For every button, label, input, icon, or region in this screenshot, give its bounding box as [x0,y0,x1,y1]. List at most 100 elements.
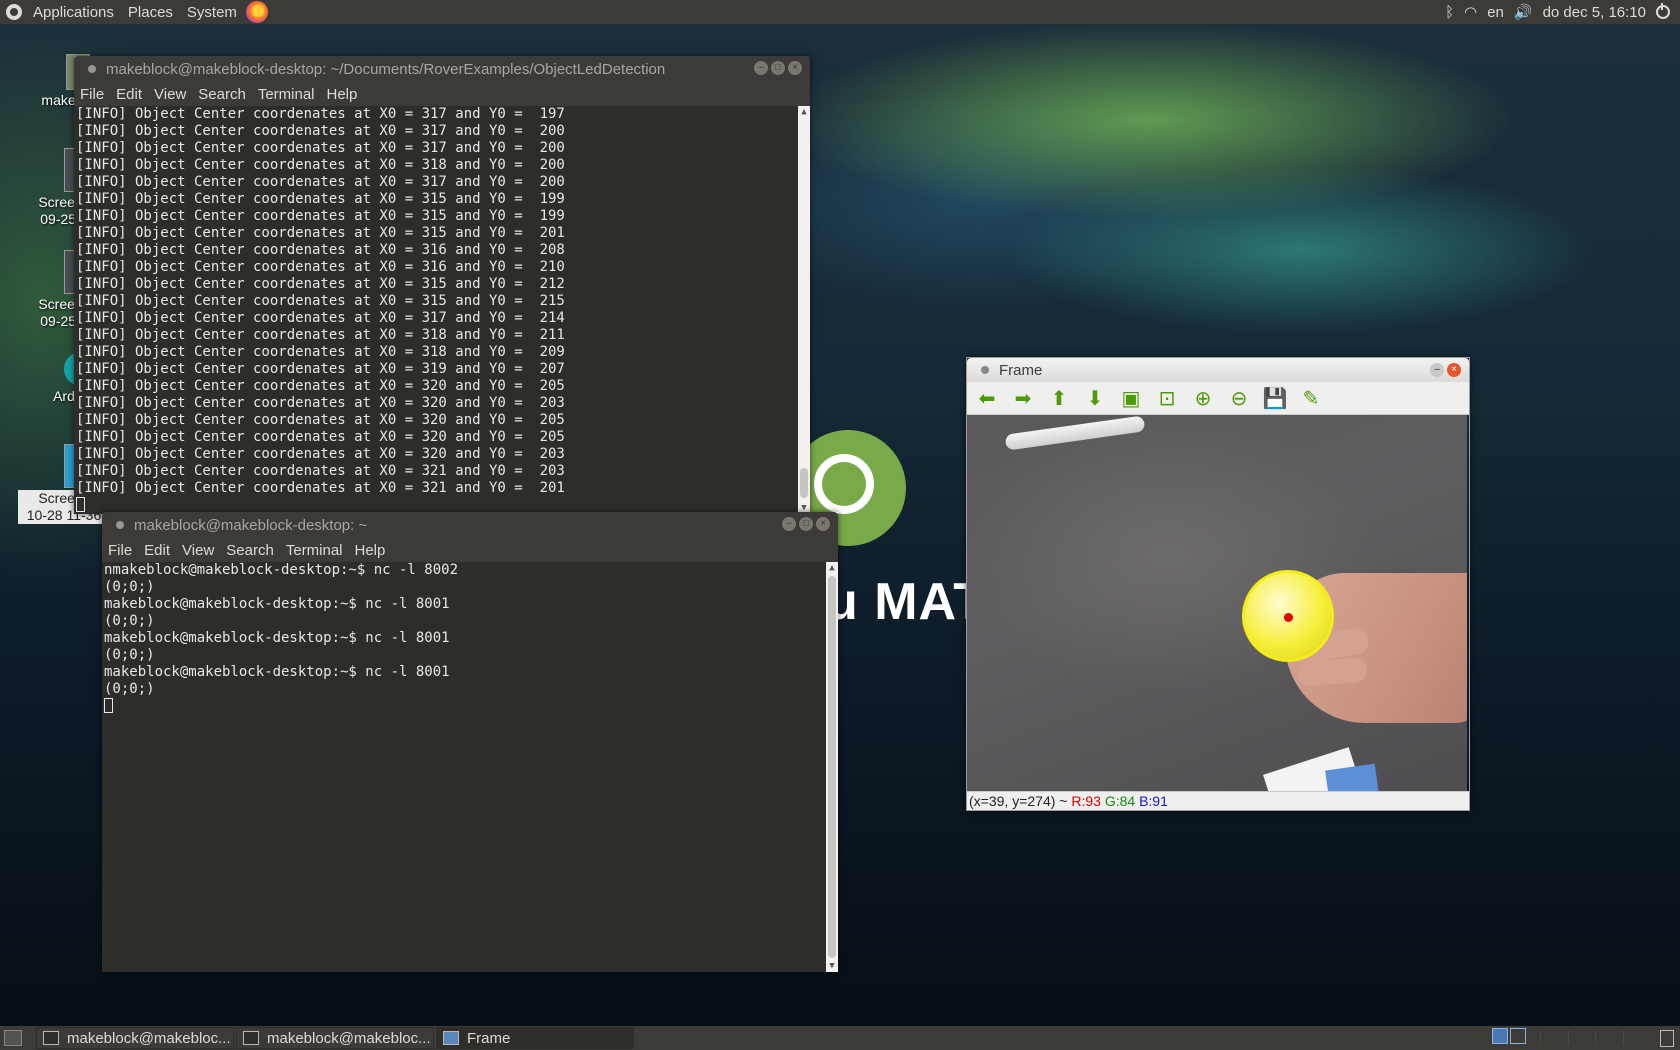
workspace-1[interactable] [1492,1028,1508,1044]
show-desktop-icon[interactable] [4,1030,22,1046]
terminal-line: makeblock@makeblock-desktop:~$ nc -l 800… [104,664,450,680]
task-label: makeblock@makebloc... [267,1029,431,1047]
terminal-line: [INFO] Object Center coordenates at X0 =… [76,225,565,241]
close-icon[interactable]: × [1447,363,1461,377]
ubuntu-mate-logo-icon[interactable] [6,4,22,20]
menu-view[interactable]: View [148,86,192,103]
scroll-up-icon[interactable]: ▲ [826,562,838,574]
system-menu[interactable]: System [180,4,244,21]
terminal-line: [INFO] Object Center coordenates at X0 =… [76,174,565,190]
terminal-output[interactable]: [INFO] Object Center coordenates at X0 =… [74,106,810,514]
terminal-window-home[interactable]: makeblock@makeblock-desktop: ~ – □ × Fil… [102,512,838,972]
terminal-window-object-detection[interactable]: makeblock@makeblock-desktop: ~/Documents… [74,56,810,514]
taskbar-item-frame[interactable]: Frame [436,1027,634,1049]
terminal-output[interactable]: nmakeblock@makeblock-desktop:~$ nc -l 80… [102,562,838,972]
scrollbar-thumb[interactable] [828,576,836,958]
pan-left-icon[interactable]: ⬅ [973,385,1001,411]
terminal-line: [INFO] Object Center coordenates at X0 =… [76,480,565,496]
terminal-line: [INFO] Object Center coordenates at X0 =… [76,446,565,462]
save-icon[interactable]: 💾 [1261,385,1289,411]
taskbar-item-terminal-2[interactable]: makeblock@makebloc... [236,1027,434,1049]
minimize-icon[interactable]: – [782,517,796,531]
terminal-line: [INFO] Object Center coordenates at X0 =… [76,378,565,394]
power-icon[interactable] [1656,3,1670,19]
scrollbar-thumb[interactable] [800,468,808,498]
menu-search[interactable]: Search [192,86,252,103]
pan-up-icon[interactable]: ⬆ [1045,385,1073,411]
keyboard-language[interactable]: en [1487,4,1504,21]
zoom-fit-icon[interactable]: ⊡ [1153,385,1181,411]
vertical-scrollbar[interactable]: ▲ ▼ [798,106,810,514]
minimize-icon[interactable]: – [1430,363,1444,377]
bottom-panel: makeblock@makebloc... makeblock@makebloc… [0,1026,1680,1050]
workspace-2[interactable] [1510,1028,1526,1044]
pan-right-icon[interactable]: ➡ [1009,385,1037,411]
terminal-line: [INFO] Object Center coordenates at X0 =… [76,463,565,479]
menu-edit[interactable]: Edit [138,542,176,559]
terminal-line: [INFO] Object Center coordenates at X0 =… [76,344,565,360]
ball-center-marker [1284,613,1293,622]
window-menu-icon[interactable] [116,521,124,529]
menu-terminal[interactable]: Terminal [252,86,321,103]
menu-help[interactable]: Help [349,542,392,559]
trash-icon[interactable] [1660,1030,1674,1047]
menu-search[interactable]: Search [220,542,280,559]
frame-image-window[interactable]: Frame – × ⬅ ➡ ⬆ ⬇ ▣ ⊡ ⊕ ⊖ 💾 ✎ (x=39, y=274) ~ R:9… [966,357,1470,811]
workspace-area [1540,1030,1650,1046]
terminal-line: [INFO] Object Center coordenates at X0 =… [76,429,565,445]
close-icon[interactable]: × [788,61,802,75]
zoom-in-icon[interactable]: ⊕ [1189,385,1217,411]
terminal-line: makeblock@makeblock-desktop:~$ nc -l 800… [104,596,450,612]
maximize-icon[interactable]: □ [771,61,785,75]
firefox-icon[interactable] [245,1,268,23]
terminal-titlebar[interactable]: makeblock@makeblock-desktop: ~ – □ × [102,512,838,538]
terminal-titlebar[interactable]: makeblock@makeblock-desktop: ~/Documents… [74,56,810,82]
menu-file[interactable]: File [102,542,138,559]
terminal-line: [INFO] Object Center coordenates at X0 =… [76,412,565,428]
places-menu[interactable]: Places [121,4,180,21]
close-icon[interactable]: × [816,517,830,531]
minimize-icon[interactable]: – [754,61,768,75]
terminal-icon [43,1031,59,1045]
menu-help[interactable]: Help [321,86,364,103]
system-tray: ᛒ ◠ en 🔊 do dec 5, 16:10 [1445,0,1680,24]
menu-edit[interactable]: Edit [110,86,148,103]
red-value: R:93 [1071,793,1101,809]
finger [1296,657,1368,687]
workspace-switcher[interactable] [1492,1028,1528,1044]
scroll-up-icon[interactable]: ▲ [798,106,810,118]
terminal-line: [INFO] Object Center coordenates at X0 =… [76,123,565,139]
window-menu-icon[interactable] [88,65,96,73]
pan-down-icon[interactable]: ⬇ [1081,385,1109,411]
terminal-line: [INFO] Object Center coordenates at X0 =… [76,259,565,275]
terminal-line: makeblock@makeblock-desktop:~$ nc -l 800… [104,630,450,646]
wifi-icon[interactable]: ◠ [1464,3,1477,21]
terminal-line: [INFO] Object Center coordenates at X0 =… [76,140,565,156]
top-panel: Applications Places System ᛒ ◠ en 🔊 do d… [0,0,1680,24]
menu-file[interactable]: File [74,86,110,103]
terminal-line: [INFO] Object Center coordenates at X0 =… [76,208,565,224]
pixel-status-bar: (x=39, y=274) ~ R:93 G:84 B:91 [967,791,1469,810]
terminal-line: (0;0;) [104,613,155,629]
taskbar-item-terminal-1[interactable]: makeblock@makebloc... [36,1027,234,1049]
camera-frame-image[interactable] [967,415,1467,791]
terminal-line: [INFO] Object Center coordenates at X0 =… [76,242,565,258]
menu-view[interactable]: View [176,542,220,559]
terminal-line: [INFO] Object Center coordenates at X0 =… [76,276,565,292]
terminal-line: (0;0;) [104,681,155,697]
applications-menu[interactable]: Applications [26,4,121,21]
terminal-line: [INFO] Object Center coordenates at X0 =… [76,191,565,207]
volume-icon[interactable]: 🔊 [1514,3,1533,21]
bluetooth-icon[interactable]: ᛒ [1445,4,1454,21]
scroll-down-icon[interactable]: ▼ [826,960,838,972]
menu-terminal[interactable]: Terminal [280,542,349,559]
terminal-line: [INFO] Object Center coordenates at X0 =… [76,106,565,122]
properties-icon[interactable]: ✎ [1297,385,1325,411]
zoom-out-icon[interactable]: ⊖ [1225,385,1253,411]
frame-titlebar[interactable]: Frame – × [967,358,1469,382]
window-menu-icon[interactable] [981,366,989,374]
vertical-scrollbar[interactable]: ▲ ▼ [826,562,838,972]
clock[interactable]: do dec 5, 16:10 [1543,4,1646,21]
zoom-original-icon[interactable]: ▣ [1117,385,1145,411]
maximize-icon[interactable]: □ [799,517,813,531]
